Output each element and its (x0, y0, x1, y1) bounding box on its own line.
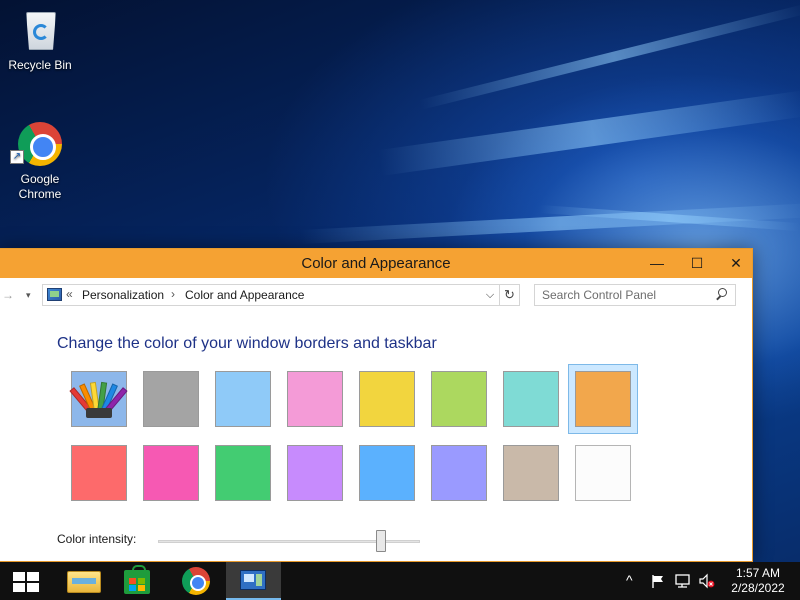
chrome-icon (182, 567, 210, 595)
taskbar-clock[interactable]: 1:57 AM 2/28/2022 (725, 566, 791, 596)
control-panel-icon (240, 570, 266, 590)
swatch-color-box (503, 371, 559, 427)
color-swatch-twilight[interactable] (208, 364, 278, 434)
taskbar-google-chrome[interactable] (170, 562, 218, 600)
control-panel-icon (47, 288, 62, 301)
swatch-color-box (575, 445, 631, 501)
breadcrumb-personalization[interactable]: Personalization (82, 288, 164, 302)
windows-logo-icon (13, 572, 39, 592)
swatch-color-box (431, 371, 487, 427)
swatch-color-box (287, 445, 343, 501)
show-hidden-icons-chevron[interactable]: ^ (626, 572, 633, 600)
swatch-color-box (431, 445, 487, 501)
forward-arrow-icon[interactable]: → (2, 288, 14, 302)
taskbar-control-panel[interactable] (226, 562, 281, 600)
chrome-icon: ↗ (10, 120, 64, 168)
taskbar: ^ 1:57 AM 2/28/2022 (0, 562, 800, 600)
page-heading: Change the color of your window borders … (57, 335, 437, 352)
taskbar-file-explorer[interactable] (55, 562, 103, 600)
network-icon[interactable] (674, 573, 692, 589)
color-swatch-blush[interactable] (64, 438, 134, 508)
color-swatch-automatic[interactable] (64, 364, 134, 434)
color-and-appearance-window: Color and Appearance — ☐ ✕ → ▾ « Persona… (0, 248, 753, 562)
refresh-icon[interactable]: ↻ (499, 285, 519, 305)
store-icon (124, 565, 150, 594)
shortcut-arrow-icon: ↗ (10, 150, 24, 164)
breadcrumb-separator[interactable]: › (171, 287, 175, 301)
color-swatch-blue[interactable] (352, 438, 422, 508)
address-row: → ▾ « Personalization › Color and Appear… (0, 278, 752, 312)
desktop-icon-label: Google Chrome (18, 172, 62, 201)
start-button[interactable] (0, 562, 48, 600)
minimize-button[interactable]: — (637, 249, 677, 278)
swatch-color-box (215, 445, 271, 501)
swatch-color-box (359, 371, 415, 427)
clock-date: 2/28/2022 (731, 581, 785, 595)
desktop-icon-label: Recycle Bin (8, 58, 72, 72)
file-explorer-icon (67, 571, 101, 593)
color-swatch-magenta[interactable] (136, 438, 206, 508)
color-swatch-green[interactable] (208, 438, 278, 508)
color-swatch-sea-foam[interactable] (280, 364, 350, 434)
maximize-button[interactable]: ☐ (677, 249, 717, 278)
recycle-bin-icon (16, 6, 64, 54)
search-icon[interactable] (715, 287, 729, 301)
breadcrumb-color-and-appearance[interactable]: Color and Appearance (185, 288, 304, 302)
swatch-color-box (359, 445, 415, 501)
desktop-icon-recycle-bin[interactable]: Recycle Bin (2, 6, 78, 73)
window-titlebar[interactable]: Color and Appearance — ☐ ✕ (0, 249, 752, 278)
address-dropdown-icon[interactable]: ⌵ (481, 286, 499, 304)
volume-muted-icon[interactable] (698, 573, 716, 589)
color-swatch-tangerine[interactable] (568, 364, 638, 434)
color-intensity-slider-thumb[interactable] (375, 530, 386, 552)
color-swatch-frost[interactable] (568, 438, 638, 508)
swatch-color-box (143, 445, 199, 501)
recent-locations-chevron-icon[interactable]: ▾ (26, 290, 31, 301)
color-swatch-sky[interactable] (136, 364, 206, 434)
color-swatch-violet[interactable] (424, 438, 494, 508)
swatch-color-box (68, 371, 128, 427)
swatch-color-box (287, 371, 343, 427)
color-swatch-lavender[interactable] (280, 438, 350, 508)
automatic-color-palette-icon (68, 380, 128, 418)
close-button[interactable]: ✕ (716, 249, 756, 278)
search-input[interactable] (535, 285, 710, 305)
swatch-color-box (215, 371, 271, 427)
taskbar-store[interactable] (110, 562, 158, 600)
action-flag-icon[interactable] (650, 573, 666, 589)
swatch-color-box (575, 371, 631, 427)
color-intensity-label: Color intensity: (57, 532, 137, 546)
swatch-color-box (143, 371, 199, 427)
search-box[interactable] (534, 284, 736, 306)
color-swatch-lime[interactable] (352, 364, 422, 434)
address-overflow[interactable]: « (66, 287, 73, 301)
address-bar[interactable]: « Personalization › Color and Appearance… (42, 284, 520, 306)
clock-time: 1:57 AM (735, 566, 781, 580)
desktop-icon-google-chrome[interactable]: ↗ Google Chrome (2, 120, 78, 202)
swatch-color-box (71, 445, 127, 501)
color-swatch-emerald[interactable] (496, 364, 566, 434)
color-swatch-leaf[interactable] (424, 364, 494, 434)
swatch-color-box (503, 445, 559, 501)
color-swatch-taupe[interactable] (496, 438, 566, 508)
